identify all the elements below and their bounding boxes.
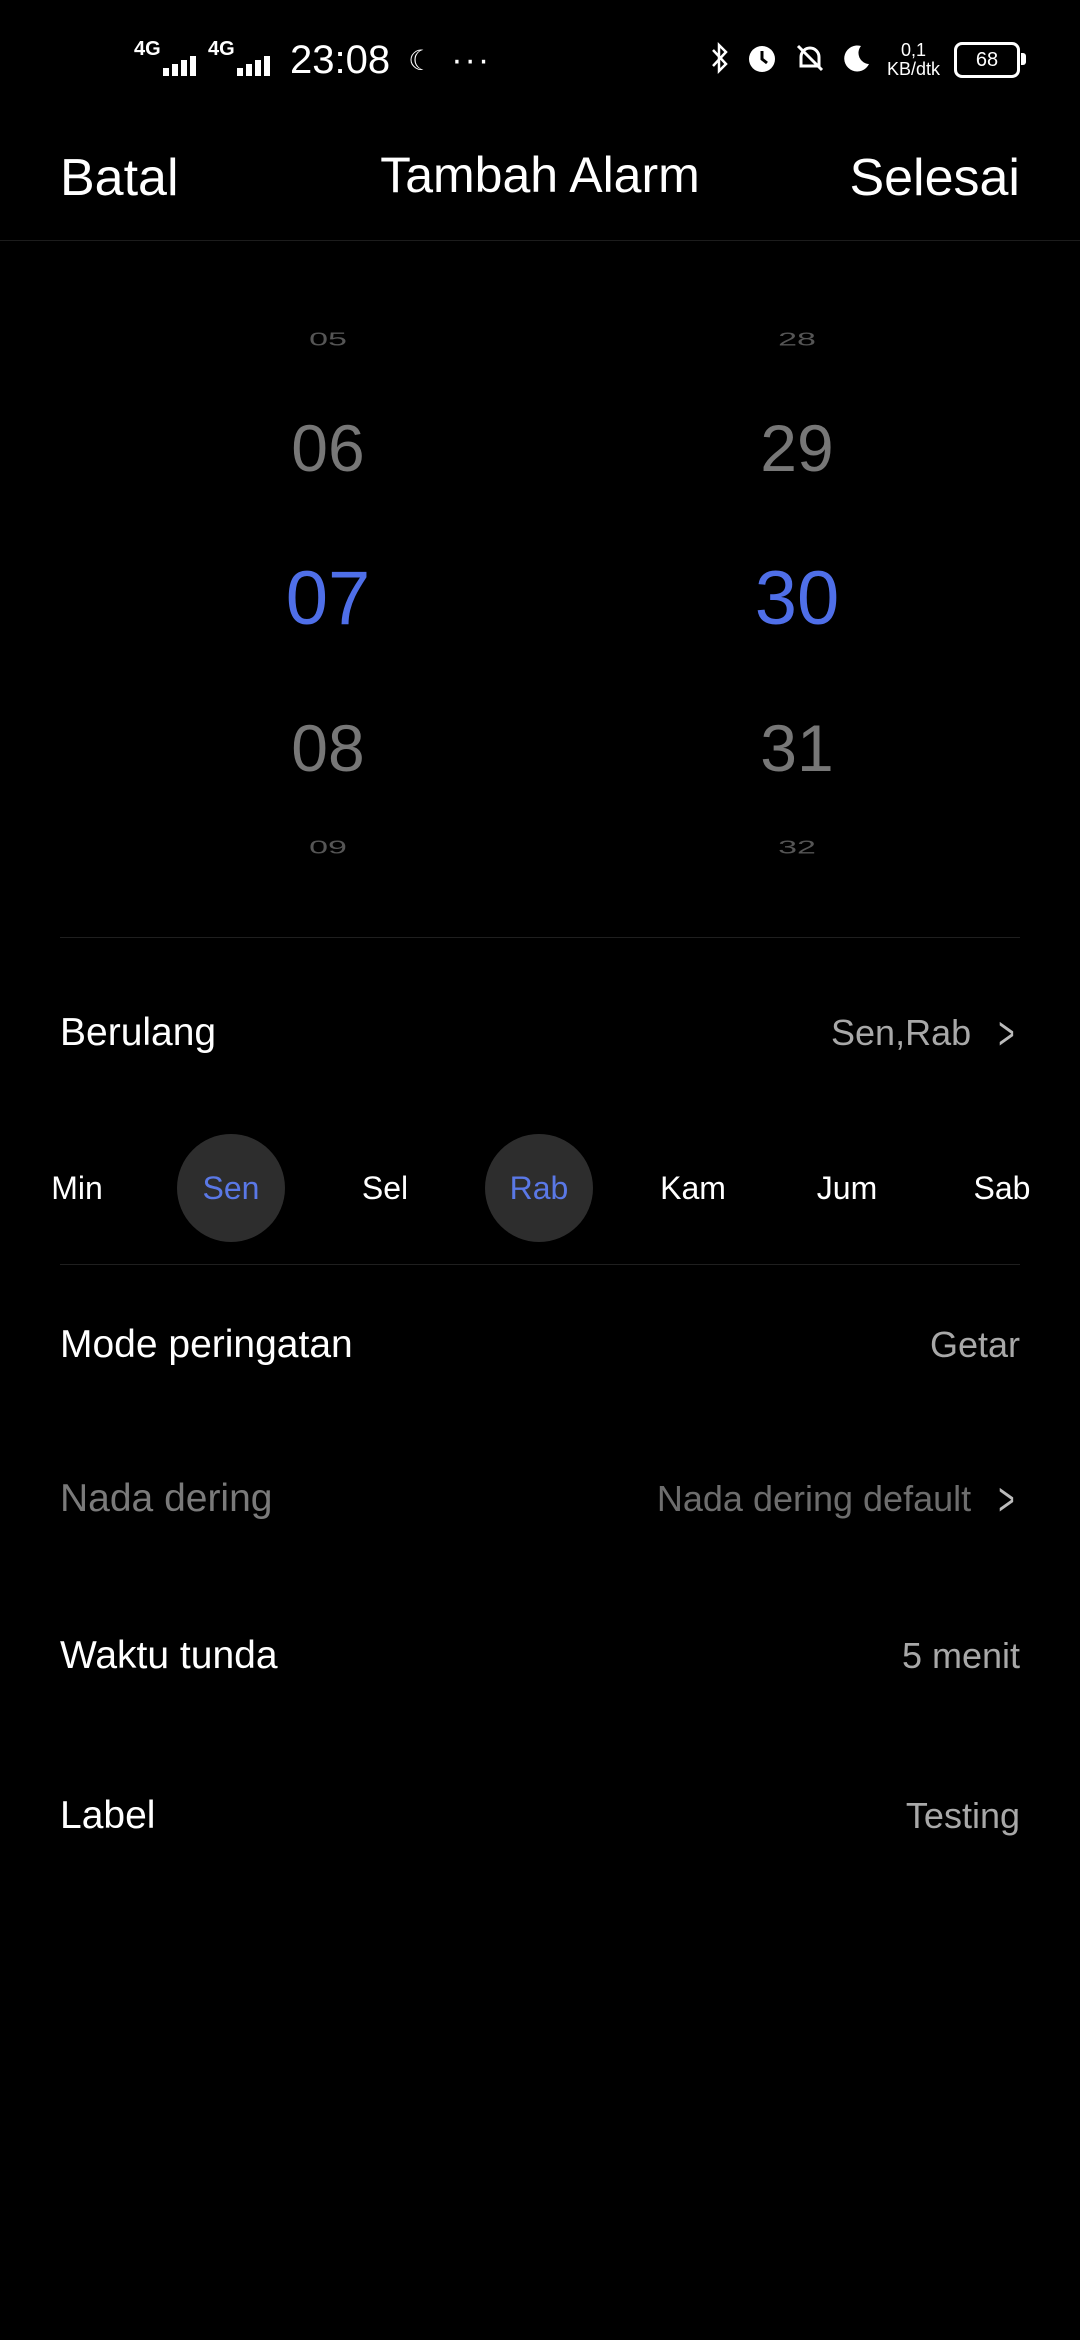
weekday-selector: Min Sen Sel Rab Kam Jum Sab (0, 1134, 1080, 1242)
status-right: 0,1 KB/dtk 68 (709, 28, 1026, 92)
status-left: 4G 4G 23:08 ☾ ··· (134, 28, 491, 92)
minute-wheel[interactable]: 28 29 30 31 32 (697, 300, 897, 880)
mute-bell-icon (793, 41, 827, 80)
divider (60, 1264, 1020, 1265)
hour-option[interactable]: 08 (228, 710, 428, 786)
done-button[interactable]: Selesai (849, 148, 1020, 208)
hour-option[interactable]: 09 (228, 837, 428, 858)
minute-option[interactable]: 31 (697, 710, 897, 786)
minute-option[interactable]: 29 (697, 410, 897, 486)
alert-mode-label: Mode peringatan (60, 1323, 353, 1366)
app-header: Batal Tambah Alarm Selesai (0, 120, 1080, 241)
bluetooth-icon (709, 41, 731, 80)
status-time: 23:08 (290, 37, 391, 82)
day-sun[interactable]: Min (23, 1134, 131, 1242)
battery-icon: 68 (954, 42, 1026, 78)
day-fri[interactable]: Jum (793, 1134, 901, 1242)
day-sat[interactable]: Sab (948, 1134, 1056, 1242)
ringtone-label: Nada dering (60, 1477, 273, 1520)
alert-mode-row[interactable]: Mode peringatan Getar (60, 1312, 1020, 1378)
signal-icon: 4G (208, 38, 270, 82)
label-value: Testing (905, 1795, 1020, 1836)
battery-level: 68 (975, 48, 999, 71)
status-bar: 4G 4G 23:08 ☾ ··· 0,1 KB/dtk 68 (0, 0, 1080, 120)
ringtone-row[interactable]: Nada dering Nada dering default > (60, 1466, 1020, 1532)
moon-icon: ☾ (408, 44, 434, 76)
label-label: Label (60, 1794, 156, 1837)
repeat-row[interactable]: Berulang Sen,Rab > (60, 1000, 1020, 1066)
repeat-value: Sen,Rab (831, 1012, 972, 1053)
repeat-value-wrap: Sen,Rab > (831, 1006, 1020, 1060)
hour-option[interactable]: 06 (228, 410, 428, 486)
selected-minute[interactable]: 30 (697, 555, 897, 642)
speed-value: 0,1 (900, 40, 926, 60)
signal-icon: 4G (134, 38, 196, 82)
network-type: 4G (134, 38, 161, 60)
snooze-row[interactable]: Waktu tunda 5 menit (60, 1623, 1020, 1689)
minute-option[interactable]: 32 (697, 837, 897, 858)
day-thu[interactable]: Kam (639, 1134, 747, 1242)
speed-unit: KB/dtk (886, 59, 940, 79)
alarm-icon (745, 41, 779, 80)
selected-hour[interactable]: 07 (228, 555, 428, 642)
day-wed[interactable]: Rab (485, 1134, 593, 1242)
label-row[interactable]: Label Testing (60, 1783, 1020, 1849)
chevron-right-icon: > (998, 1473, 1015, 1525)
more-dots: ··· (451, 40, 492, 79)
network-type: 4G (208, 38, 235, 60)
ringtone-value: Nada dering default (656, 1478, 972, 1519)
alert-mode-value: Getar (929, 1324, 1020, 1365)
repeat-label: Berulang (60, 1011, 217, 1054)
hour-option[interactable]: 05 (228, 329, 428, 350)
divider (60, 937, 1020, 938)
hour-wheel[interactable]: 05 06 07 08 09 (228, 300, 428, 880)
day-mon[interactable]: Sen (177, 1134, 285, 1242)
snooze-label: Waktu tunda (60, 1634, 278, 1677)
ringtone-value-wrap: Nada dering default > (657, 1472, 1020, 1526)
time-picker[interactable]: 05 06 07 08 09 28 29 30 31 32 (0, 300, 1080, 880)
network-speed: 0,1 KB/dtk (887, 41, 940, 79)
moon-icon (841, 42, 873, 79)
snooze-value: 5 menit (901, 1635, 1020, 1676)
chevron-right-icon: > (998, 1007, 1015, 1059)
minute-option[interactable]: 28 (697, 329, 897, 350)
day-tue[interactable]: Sel (331, 1134, 439, 1242)
